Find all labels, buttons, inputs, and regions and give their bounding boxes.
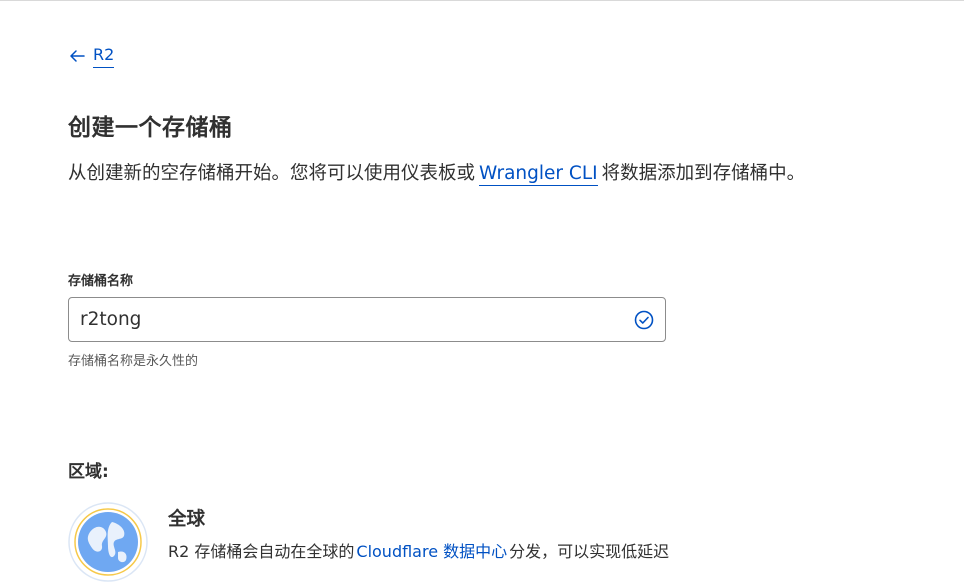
description-text-start: 从创建新的空存储桶开始。您将可以使用仪表板或 — [68, 163, 476, 184]
bucket-name-input[interactable] — [69, 298, 633, 341]
wrangler-cli-link[interactable]: Wrangler CLI — [479, 163, 598, 186]
region-option-description: R2 存储桶会自动在全球的 Cloudflare 数据中心 分发，可以实现低延迟 — [168, 538, 669, 562]
page-description: 从创建新的空存储桶开始。您将可以使用仪表板或 Wrangler CLI 将数据添加到… — [68, 159, 805, 189]
top-divider — [0, 0, 964, 1]
region-option-name: 全球 — [168, 509, 206, 530]
check-circle-icon — [634, 310, 654, 329]
page-title: 创建一个存储桶 — [68, 115, 233, 141]
region-label: 区域: — [68, 462, 109, 482]
arrow-left-icon — [70, 50, 85, 62]
region-desc-text-end: 分发，可以实现低延迟 — [509, 542, 670, 561]
cloudflare-datacenter-link[interactable]: Cloudflare 数据中心 — [356, 542, 507, 561]
bucket-name-label: 存储桶名称 — [68, 274, 134, 289]
back-link-label[interactable]: R2 — [93, 45, 115, 68]
globe-icon — [68, 502, 148, 582]
bucket-name-field[interactable] — [68, 297, 666, 342]
description-text-end: 将数据添加到存储桶中。 — [601, 163, 806, 184]
bucket-name-helper: 存储桶名称是永久性的 — [68, 354, 199, 369]
region-desc-text-start: R2 存储桶会自动在全球的 — [168, 542, 355, 561]
back-link[interactable]: R2 — [68, 44, 115, 68]
